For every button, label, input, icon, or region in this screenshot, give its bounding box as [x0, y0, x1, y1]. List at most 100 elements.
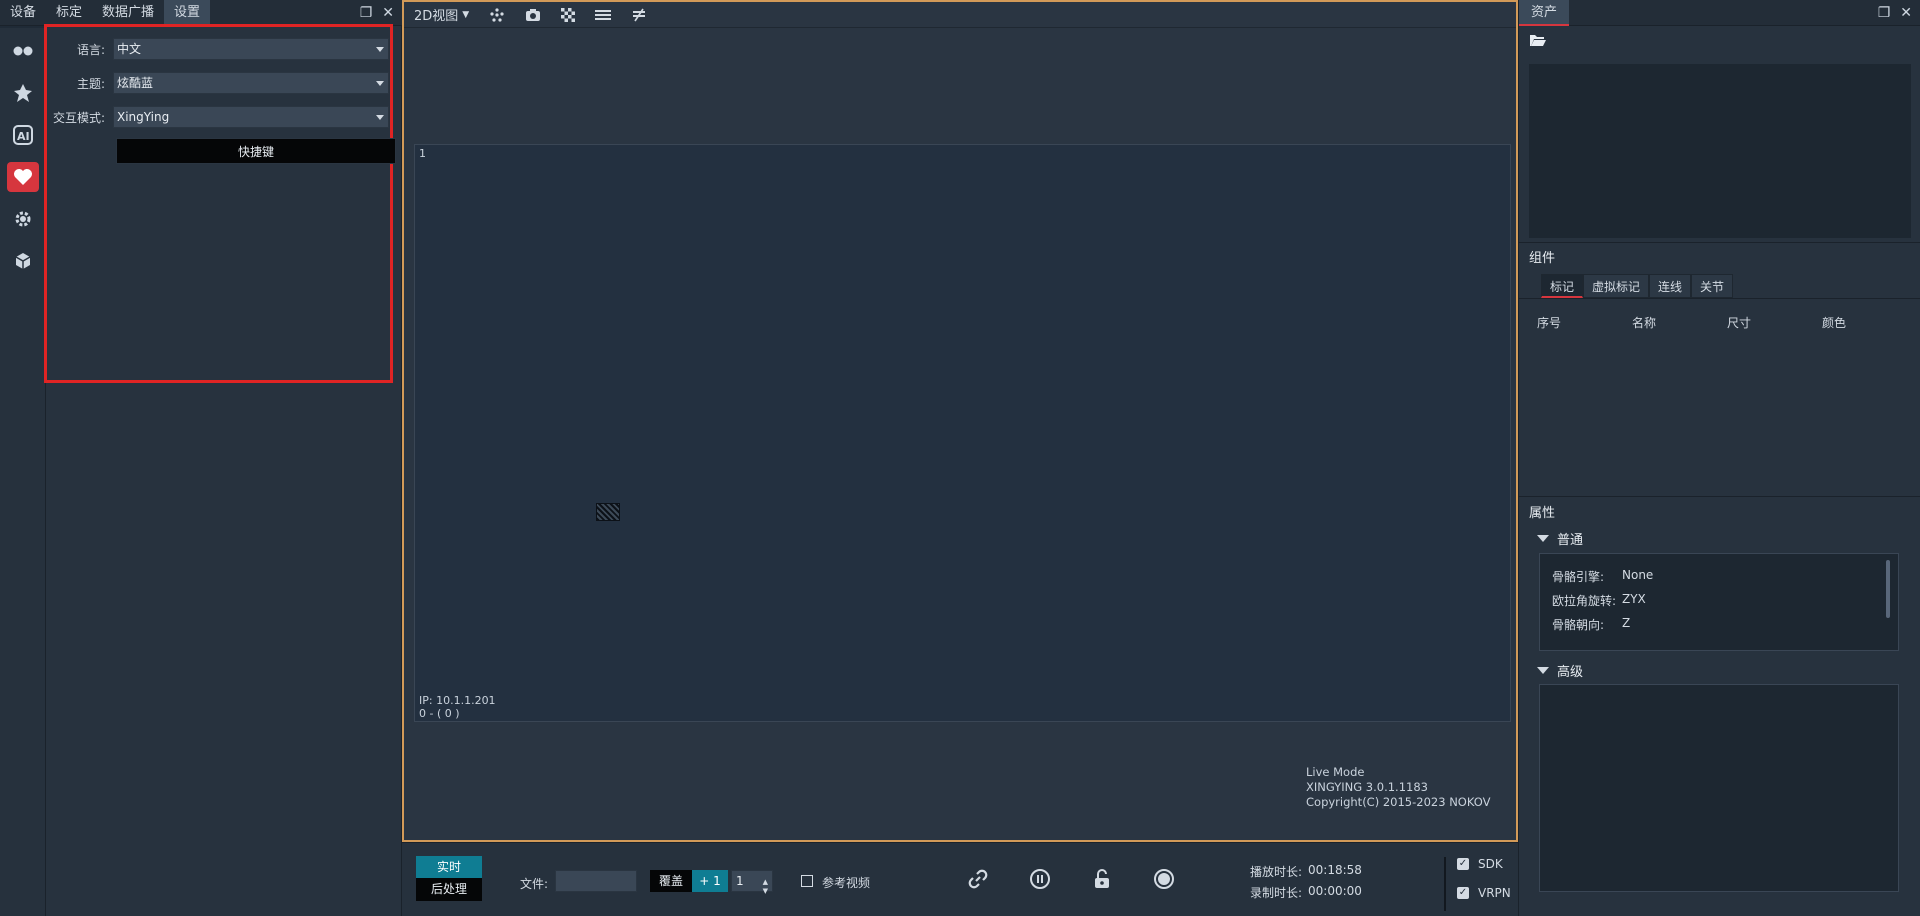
component-table-header: 序号 名称 尺寸 颜色: [1537, 314, 1917, 331]
prop-row: 骨骼引擎: None: [1552, 568, 1654, 584]
plus-one-button[interactable]: + 1: [692, 870, 728, 892]
divider: [1519, 496, 1920, 497]
reference-video-checkbox[interactable]: [801, 875, 813, 887]
viewport-toolbar: 2D视图 ▼: [404, 2, 1516, 28]
float-window-icon[interactable]: ❐: [360, 5, 373, 21]
chevron-down-icon: [376, 81, 384, 86]
right-panel: 资产 ❐ ✕ 组件 标记 虚拟标记 连线 关节 序号 名称 尺寸 颜色 属性 普…: [1518, 0, 1920, 916]
tab-calibration[interactable]: 标定: [46, 0, 92, 26]
overlay-button[interactable]: 覆盖: [650, 870, 692, 892]
close-icon[interactable]: ✕: [382, 5, 394, 21]
vrpn-checkbox[interactable]: ✓: [1457, 887, 1469, 899]
float-window-icon[interactable]: ❐: [1878, 5, 1891, 21]
divider: [1519, 242, 1920, 243]
tab-assets[interactable]: 资产: [1519, 0, 1570, 26]
sdk-checkbox[interactable]: ✓: [1457, 858, 1469, 870]
marker-blob: [596, 503, 620, 521]
col-color: 颜色: [1822, 316, 1847, 330]
filter-off-icon[interactable]: [631, 8, 647, 22]
record-duration-label: 录制时长:: [1250, 886, 1303, 900]
general-group-header[interactable]: 普通: [1537, 529, 1583, 548]
components-title: 组件: [1529, 251, 1556, 266]
live-mode-label: Live Mode: [1306, 765, 1365, 779]
chevron-down-icon[interactable]: ▼: [763, 881, 768, 901]
interaction-label: 交互模式:: [52, 110, 105, 125]
checker-grid-icon[interactable]: [561, 7, 576, 22]
record-icon[interactable]: [1150, 865, 1178, 893]
triangle-down-icon: [1537, 535, 1549, 542]
unlock-icon[interactable]: [1088, 865, 1116, 893]
interaction-row: 交互模式: XingYing: [47, 106, 390, 128]
record-duration-value: 00:00:00: [1308, 884, 1362, 898]
properties-title: 属性: [1529, 506, 1556, 521]
component-tabs: 标记 虚拟标记 连线 关节: [1541, 274, 1734, 298]
settings-gear-icon[interactable]: [7, 204, 39, 234]
right-panel-tabs: 资产 ❐ ✕: [1519, 0, 1920, 26]
chevron-down-icon: ▼: [462, 9, 470, 20]
chevron-down-icon: [376, 47, 384, 52]
tab-markers[interactable]: 标记: [1541, 274, 1584, 298]
devices-icon[interactable]: [7, 36, 39, 66]
tab-settings[interactable]: 设置: [164, 0, 211, 26]
camera-ip-label: IP: 10.1.1.201: [419, 694, 496, 707]
file-label: 文件:: [520, 877, 549, 891]
postprocess-button[interactable]: 后处理: [416, 878, 482, 901]
frame-info-label: 0 - ( 0 ): [419, 707, 460, 720]
play-duration-label: 播放时长:: [1250, 865, 1303, 879]
live-info: Live Mode XINGYING 3.0.1.1183 Copyright(…: [1306, 765, 1490, 810]
chevron-down-icon: [376, 115, 384, 120]
list-lines-icon[interactable]: [595, 9, 612, 21]
theme-select[interactable]: 炫酷蓝: [113, 72, 389, 94]
language-select[interactable]: 中文: [113, 38, 389, 60]
tab-virtual-markers[interactable]: 虚拟标记: [1583, 274, 1650, 298]
sdk-label: SDK: [1478, 857, 1503, 871]
ai-icon[interactable]: AI: [7, 120, 39, 150]
interaction-select[interactable]: XingYing: [113, 106, 389, 128]
settings-highlight-box: 语言: 中文 主题: 炫酷蓝 交互模式: XingYing 快捷键: [44, 24, 396, 383]
general-properties: 骨骼引擎: None 欧拉角旋转: ZYX 骨骼朝向: Z: [1539, 553, 1899, 651]
shortcut-button[interactable]: 快捷键: [116, 138, 396, 164]
camera-2d-view[interactable]: 1 IP: 10.1.1.201 0 - ( 0 ): [414, 144, 1511, 722]
play-duration-value: 00:18:58: [1308, 863, 1362, 877]
divider: [1519, 298, 1920, 299]
theme-row: 主题: 炫酷蓝: [47, 72, 390, 94]
link-icon[interactable]: [964, 865, 992, 893]
prop-row: 欧拉角旋转: ZYX: [1552, 592, 1646, 608]
favorites-icon[interactable]: [7, 162, 39, 192]
col-name: 名称: [1632, 316, 1657, 330]
scrollbar[interactable]: [1886, 560, 1890, 618]
tab-links[interactable]: 连线: [1649, 274, 1692, 298]
count-stepper[interactable]: 1 ▲ ▼: [731, 870, 773, 895]
advanced-group-header[interactable]: 高级: [1537, 661, 1583, 680]
advanced-properties: [1539, 684, 1899, 892]
realtime-button[interactable]: 实时: [416, 856, 482, 878]
tab-data-broadcast[interactable]: 数据广播: [92, 0, 164, 26]
left-panel-tabs: 设备 标定 数据广播 设置 ❐ ✕: [0, 0, 402, 26]
tab-joints[interactable]: 关节: [1691, 274, 1734, 298]
asset-cube-icon[interactable]: [7, 246, 39, 276]
prop-row: 骨骼朝向: Z: [1552, 616, 1631, 632]
svg-text:AI: AI: [17, 130, 30, 143]
version-label: XINGYING 3.0.1.1183: [1306, 780, 1428, 794]
left-icon-bar: AI: [0, 28, 46, 916]
pause-icon[interactable]: [1026, 865, 1054, 893]
col-size: 尺寸: [1727, 316, 1752, 330]
language-label: 语言:: [76, 42, 105, 57]
calibration-icon[interactable]: [7, 78, 39, 108]
view-mode-dropdown[interactable]: 2D视图 ▼: [414, 5, 469, 24]
language-row: 语言: 中文: [47, 38, 390, 60]
close-icon[interactable]: ✕: [1900, 5, 1912, 21]
bottom-control-bar: 实时 后处理 文件: 覆盖 + 1 1 ▲ ▼ 参考视频 播放时长: 00:18…: [402, 842, 1518, 916]
asset-preview: [1529, 64, 1911, 238]
camera-id-label: 1: [419, 147, 426, 160]
open-folder-icon[interactable]: [1529, 33, 1547, 50]
vrpn-label: VRPN: [1478, 886, 1511, 900]
separator: [1444, 857, 1446, 911]
camera-icon[interactable]: [525, 8, 541, 22]
markers-icon[interactable]: [489, 7, 505, 22]
tab-devices[interactable]: 设备: [0, 0, 46, 26]
reference-video-label: 参考视频: [822, 876, 871, 890]
file-input[interactable]: [555, 870, 637, 892]
triangle-down-icon: [1537, 667, 1549, 674]
copyright-label: Copyright(C) 2015-2023 NOKOV: [1306, 795, 1491, 809]
